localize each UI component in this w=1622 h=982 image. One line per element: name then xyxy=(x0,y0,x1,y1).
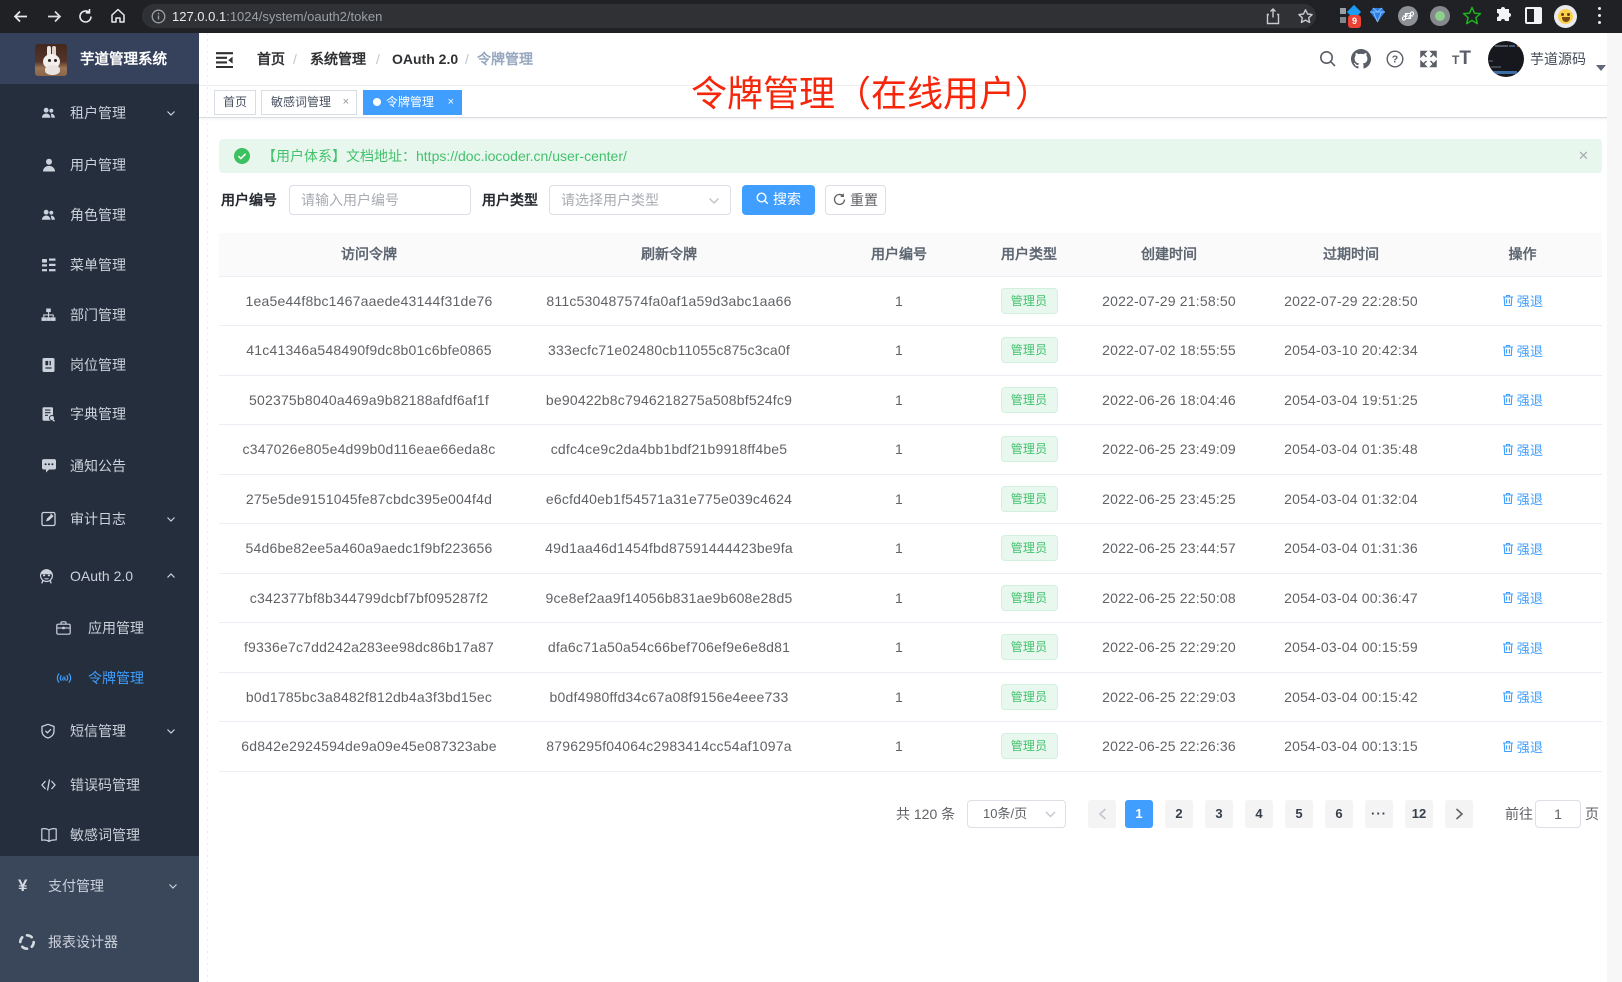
svg-text:?: ? xyxy=(1392,54,1398,66)
svg-text:a: a xyxy=(62,674,67,683)
